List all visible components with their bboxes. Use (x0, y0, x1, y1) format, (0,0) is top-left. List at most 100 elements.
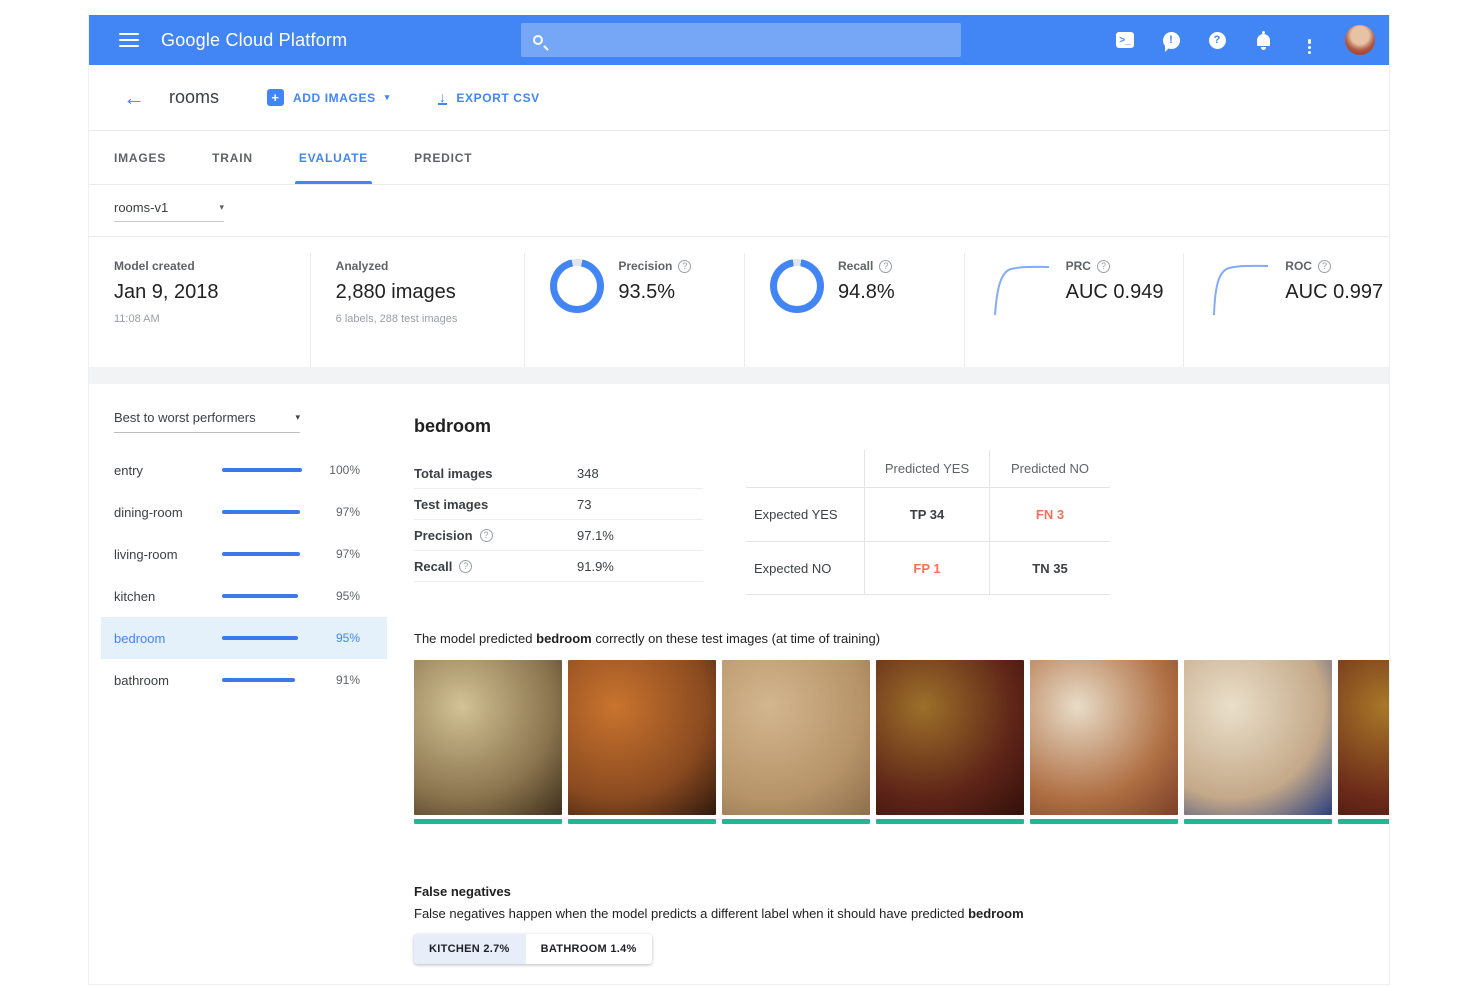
section-tabs: IMAGES TRAIN EVALUATE PREDICT (89, 131, 1389, 185)
stat-value: 348 (577, 466, 599, 481)
user-avatar[interactable] (1345, 25, 1375, 55)
stat-value: 73 (577, 497, 591, 512)
stat-row: Total images348 (414, 458, 703, 489)
chevron-down-icon: ▾ (219, 202, 224, 213)
thumbnail-item[interactable] (876, 660, 1024, 824)
roc-curve-chart (1209, 261, 1271, 319)
thumbnail-item[interactable] (722, 660, 870, 824)
confusion-col-header: Predicted NO (989, 450, 1110, 487)
tab-images[interactable]: IMAGES (114, 131, 166, 184)
section-divider (89, 367, 1389, 384)
performer-row-dining-room[interactable]: dining-room 97% (101, 491, 387, 533)
stat-label: Precision? (414, 528, 577, 543)
performer-row-bathroom[interactable]: bathroom91% (101, 659, 387, 701)
confusion-value: TP 34 (864, 487, 989, 541)
help-icon[interactable]: ? (1207, 30, 1227, 50)
add-icon: + (267, 89, 284, 106)
thumbnail-item[interactable] (1030, 660, 1178, 824)
recall-donut-chart (770, 259, 824, 313)
roc-auc-value: AUC 0.997 (1285, 281, 1383, 304)
confusion-corner (746, 450, 864, 487)
dataset-toolbar: ← rooms + ADD IMAGES ▾ ↓ EXPORT CSV (89, 65, 1389, 131)
thumbnail-item[interactable] (414, 660, 562, 824)
precision-metric: Precision? 93.5% (525, 253, 745, 367)
model-selector-row: rooms-v1 ▾ (89, 185, 1389, 237)
false-negatives-description: False negatives happen when the model pr… (414, 906, 1024, 921)
thumbnail-item[interactable] (1338, 660, 1390, 824)
cloud-shell-icon[interactable]: >_ (1115, 30, 1135, 50)
correct-predictions-caption: The model predicted bedroom correctly on… (414, 631, 880, 646)
performer-percent: 95% (314, 631, 360, 645)
performer-bar (222, 510, 314, 514)
precision-value: 93.5% (618, 281, 691, 304)
overflow-menu-icon[interactable] (1299, 30, 1319, 50)
performer-row-bedroom[interactable]: bedroom 95% (101, 617, 387, 659)
header-actions: >_ ! ? (1115, 15, 1375, 65)
export-csv-button[interactable]: ↓ EXPORT CSV (438, 91, 540, 105)
confusion-row-label: Expected YES (746, 487, 864, 541)
false-negative-chip-kitchen[interactable]: KITCHEN 2.7% (414, 934, 525, 964)
model-created-time: 11:08 AM (114, 313, 219, 325)
performer-label: dining-room (114, 505, 222, 520)
dresser-corner-photo (722, 660, 870, 815)
search-input[interactable] (521, 23, 961, 57)
brand-title: Google Cloud Platform (161, 30, 347, 51)
help-icon[interactable]: ? (678, 260, 691, 273)
stat-value: 97.1% (577, 528, 614, 543)
confusion-col-header: Predicted YES (864, 450, 989, 487)
correct-prediction-indicator (1338, 819, 1390, 824)
help-icon[interactable]: ? (879, 260, 892, 273)
tab-predict[interactable]: PREDICT (414, 131, 472, 184)
prc-curve-chart (990, 261, 1052, 319)
canopy-bed-fireplace-photo (1030, 660, 1178, 815)
performer-bar (222, 636, 314, 640)
menu-icon[interactable] (119, 29, 139, 51)
help-icon[interactable]: ? (1318, 260, 1331, 273)
correct-prediction-indicator (722, 819, 870, 824)
help-icon[interactable]: ? (480, 529, 493, 542)
performer-row-kitchen[interactable]: kitchen95% (101, 575, 387, 617)
performer-label: bathroom (114, 673, 222, 688)
back-arrow-icon[interactable]: ← (123, 87, 145, 109)
precision-donut-chart (550, 259, 604, 313)
label-stats-table: Total images348Test images73Precision?97… (414, 458, 703, 582)
analyzed-count: 2,880 images (336, 281, 458, 304)
notifications-bell-icon[interactable] (1253, 30, 1273, 50)
performer-row-living-room[interactable]: living-room97% (101, 533, 387, 575)
ornate-chest-photo (876, 660, 1024, 815)
four-poster-bed-photo (414, 660, 562, 815)
performer-label: bedroom (114, 631, 222, 646)
analyzed-metric: Analyzed 2,880 images 6 labels, 288 test… (311, 253, 526, 367)
help-icon[interactable]: ? (459, 560, 472, 573)
false-negative-chip-bathroom[interactable]: BATHROOM 1.4% (525, 934, 652, 964)
performer-label: entry (114, 463, 222, 478)
label-performance-panel: Best to worst performers ▾ entry100%dini… (101, 384, 387, 701)
download-icon: ↓ (438, 91, 448, 105)
feedback-icon[interactable]: ! (1161, 30, 1181, 50)
analyzed-detail: 6 labels, 288 test images (336, 313, 458, 325)
confusion-value: FP 1 (864, 541, 989, 595)
correct-prediction-indicator (1184, 819, 1332, 824)
add-images-button[interactable]: + ADD IMAGES ▾ (267, 89, 390, 106)
thumbnail-item[interactable] (568, 660, 716, 824)
tab-train[interactable]: TRAIN (212, 131, 253, 184)
performers-sort-select[interactable]: Best to worst performers ▾ (114, 410, 300, 433)
search-icon (533, 35, 543, 45)
correct-prediction-indicator (414, 819, 562, 824)
tab-evaluate[interactable]: EVALUATE (299, 131, 368, 184)
thumbnail-item[interactable] (1184, 660, 1332, 824)
chevron-down-icon: ▾ (385, 92, 390, 103)
recall-value: 94.8% (838, 281, 895, 304)
performer-bar (222, 552, 314, 556)
performer-row-entry[interactable]: entry100% (101, 449, 387, 491)
dataset-title: rooms (169, 87, 219, 108)
correct-prediction-indicator (876, 819, 1024, 824)
stat-row: Recall?91.9% (414, 551, 703, 582)
performer-percent: 97% (314, 505, 360, 519)
wooden-desk-chair-photo (568, 660, 716, 815)
help-icon[interactable]: ? (1097, 260, 1110, 273)
false-negative-chips: KITCHEN 2.7%BATHROOM 1.4% (414, 934, 652, 964)
model-version-select[interactable]: rooms-v1 ▾ (114, 200, 224, 222)
correct-prediction-indicator (568, 819, 716, 824)
test-image-thumbnails (414, 660, 1390, 824)
